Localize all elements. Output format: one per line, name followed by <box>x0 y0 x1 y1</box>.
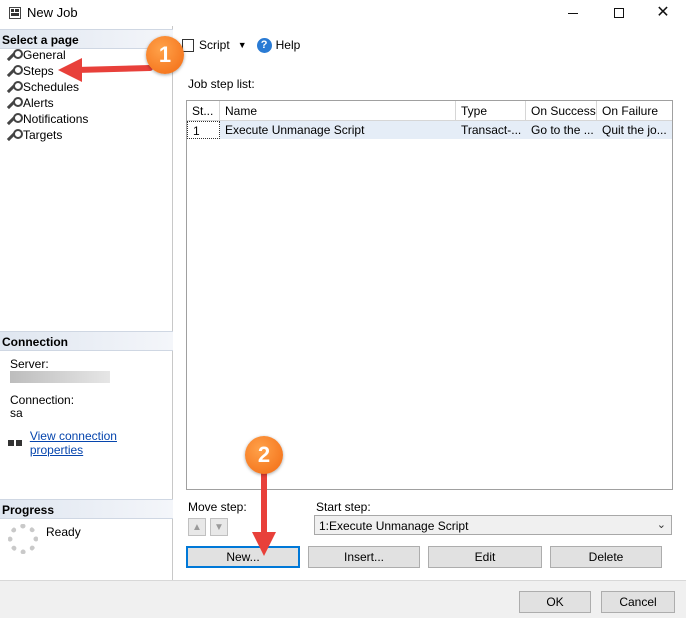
move-step-down-button[interactable]: ▼ <box>210 518 228 536</box>
page-item-label: Alerts <box>23 96 54 110</box>
maximize-button[interactable] <box>596 0 642 26</box>
cell-on-failure: Quit the jo... <box>602 123 667 137</box>
column-header-on-success[interactable]: On Success <box>526 101 597 121</box>
wrench-icon <box>6 96 23 110</box>
server-label: Server: <box>10 357 49 371</box>
help-icon: ? <box>256 37 272 53</box>
plug-icon <box>8 437 24 449</box>
close-icon: ✕ <box>656 4 670 21</box>
dropdown-arrow-icon[interactable]: ▼ <box>238 40 247 50</box>
new-step-button[interactable]: New... <box>186 546 300 568</box>
table-row[interactable]: 1 Execute Unmanage Script Transact-... G… <box>187 121 672 139</box>
view-connection-properties-text: View connection properties <box>29 429 117 457</box>
dialog-footer: OK Cancel <box>0 580 686 618</box>
page-item-label: Schedules <box>23 80 80 94</box>
connection-header: Connection <box>0 331 173 351</box>
toolbar: Script ▼ ? Help <box>174 26 686 64</box>
page-item-label: Steps <box>23 64 54 78</box>
page-item-label: Targets <box>23 128 63 142</box>
page-item-general[interactable]: General <box>6 47 66 63</box>
page-item-label: General <box>23 48 66 62</box>
cell-step: 1 <box>187 121 220 139</box>
left-pane: Select a page General Steps Schedules Al… <box>0 26 173 580</box>
column-header-type[interactable]: Type <box>456 101 526 121</box>
start-step-value: 1:Execute Unmanage Script <box>319 519 469 533</box>
move-step-label: Move step: <box>188 500 247 514</box>
minimize-button[interactable] <box>550 0 596 26</box>
close-button[interactable]: ✕ <box>640 0 686 26</box>
script-button[interactable]: Script ▼ <box>179 34 247 56</box>
column-header-on-failure[interactable]: On Failure <box>597 101 672 121</box>
start-step-select[interactable]: 1:Execute Unmanage Script ⌄ <box>314 515 672 535</box>
page-item-alerts[interactable]: Alerts <box>6 95 54 111</box>
edit-step-button[interactable]: Edit <box>428 546 542 568</box>
wrench-icon <box>6 48 23 62</box>
column-header-step[interactable]: St... <box>187 101 220 121</box>
app-icon <box>9 7 21 19</box>
page-item-schedules[interactable]: Schedules <box>6 79 79 95</box>
script-icon <box>179 38 194 52</box>
progress-header: Progress <box>0 499 173 519</box>
cancel-button[interactable]: Cancel <box>601 591 675 613</box>
right-pane: Script ▼ ? Help Job step list: St... Nam… <box>174 26 686 580</box>
maximize-icon <box>614 8 624 18</box>
chevron-down-icon: ⌄ <box>656 519 666 531</box>
server-value-redacted <box>10 371 110 383</box>
column-header-name[interactable]: Name <box>220 101 456 121</box>
minimize-icon <box>568 12 578 14</box>
script-label: Script <box>199 38 230 52</box>
page-item-label: Notifications <box>23 112 89 126</box>
delete-step-button[interactable]: Delete <box>550 546 662 568</box>
wrench-icon <box>6 64 23 78</box>
cell-on-success: Go to the ... <box>531 123 594 137</box>
wrench-icon <box>6 80 23 94</box>
progress-spinner-icon <box>8 524 38 554</box>
cell-type: Transact-... <box>461 123 522 137</box>
job-step-grid[interactable]: St... Name Type On Success On Failure 1 … <box>186 100 673 490</box>
title-bar: New Job ✕ <box>0 0 686 26</box>
page-item-steps[interactable]: Steps <box>6 63 54 79</box>
job-step-list-label: Job step list: <box>188 77 255 91</box>
cell-name: Execute Unmanage Script <box>225 123 365 137</box>
page-item-notifications[interactable]: Notifications <box>6 111 88 127</box>
progress-status: Ready <box>46 525 81 539</box>
start-step-label: Start step: <box>316 500 371 514</box>
ok-button[interactable]: OK <box>519 591 591 613</box>
page-item-targets[interactable]: Targets <box>6 127 62 143</box>
wrench-icon <box>6 112 23 126</box>
arrow-up-icon: ▲ <box>192 521 202 533</box>
callout-2-badge: 2 <box>245 436 283 474</box>
connection-value: sa <box>10 406 23 420</box>
grid-header: St... Name Type On Success On Failure <box>187 101 672 121</box>
move-step-up-button[interactable]: ▲ <box>188 518 206 536</box>
wrench-icon <box>6 128 23 142</box>
help-label: Help <box>275 38 301 52</box>
arrow-down-icon: ▼ <box>214 521 224 533</box>
view-connection-properties-link[interactable]: View connection properties <box>8 429 172 457</box>
callout-1-badge: 1 <box>146 36 184 74</box>
connection-label: Connection: <box>10 393 75 407</box>
window-title: New Job <box>27 5 78 20</box>
insert-step-button[interactable]: Insert... <box>308 546 420 568</box>
help-button[interactable]: ? Help <box>256 34 301 56</box>
